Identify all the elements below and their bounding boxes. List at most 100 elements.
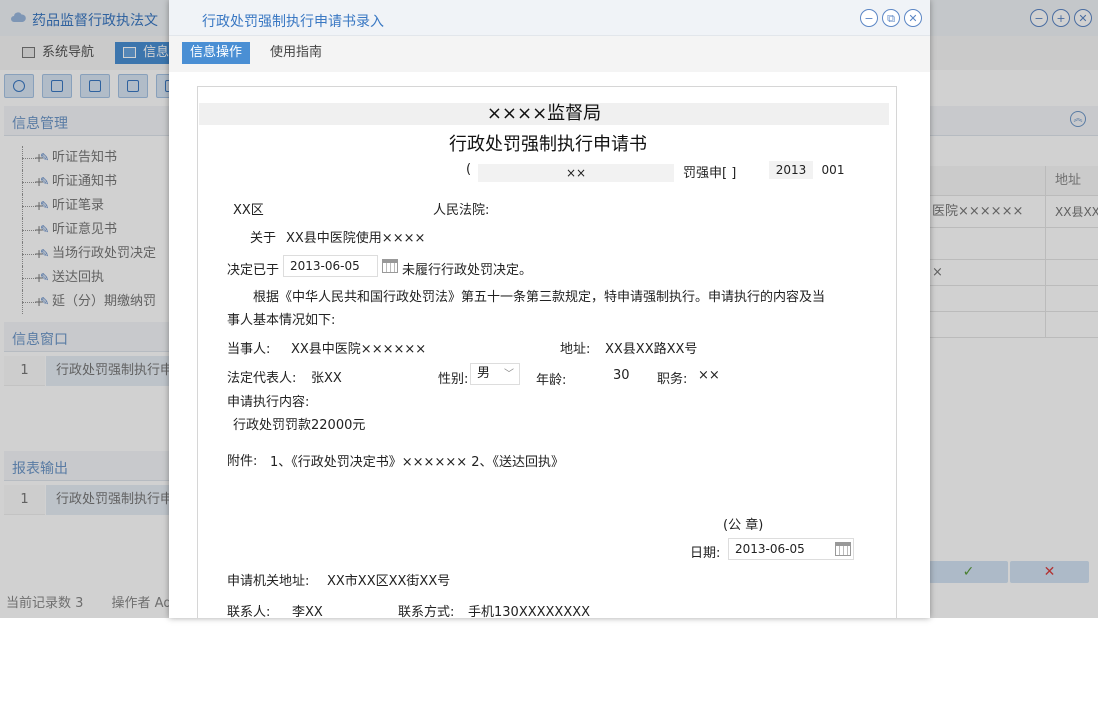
document-tool-button[interactable] <box>80 74 110 98</box>
tree-item[interactable]: + ✎ 听证告知书 <box>20 146 156 170</box>
edit-tool-button[interactable] <box>42 74 72 98</box>
tree-item[interactable]: + ✎ 延（分）期缴纳罚 <box>20 290 156 314</box>
document-form: ××××监督局 行政处罚强制执行申请书 ( ×× 罚强申[ ] 2013 001… <box>197 86 897 618</box>
position-label: 职务: <box>657 372 688 387</box>
code-suffix: 罚强申[ ] <box>683 166 737 181</box>
report-output-panel-header: 报表输出 <box>4 451 169 481</box>
tree-item-label: 延（分）期缴纳罚 <box>52 294 157 309</box>
contact-field[interactable]: 李XX <box>292 601 323 618</box>
attach-field[interactable]: 1、《行政处罚决定书》×××××× 2、《送达回执》 <box>270 451 564 470</box>
operator-label: 操作者 Ad <box>111 596 172 611</box>
tool-icon: ✎ <box>40 295 50 308</box>
applicant-address-field[interactable]: XX市XX区XX街XX号 <box>327 570 450 589</box>
rep-label: 法定代表人: <box>227 371 297 386</box>
list-item[interactable]: 1 行政处罚强制执行申 <box>4 485 171 515</box>
gender-select[interactable]: 男 ﹀ <box>470 363 520 385</box>
cancel-button[interactable]: ✕ <box>1010 561 1089 583</box>
app-window-controls: − + ✕ <box>1030 9 1092 27</box>
panel-title: 信息管理 <box>12 116 68 132</box>
row-text: 行政处罚强制执行申 <box>46 356 171 386</box>
gender-value: 男 <box>477 366 491 381</box>
grid-icon <box>123 47 136 58</box>
basis-text-line1: 根据《中华人民共和国行政处罚法》第五十一条第三款规定，特申请强制执行。申请执行的… <box>253 290 826 305</box>
modal-close-button[interactable]: ✕ <box>904 9 922 27</box>
app-maximize-button[interactable]: + <box>1052 9 1070 27</box>
tree-item[interactable]: + ✎ 听证通知书 <box>20 170 156 194</box>
document-title: 行政处罚强制执行申请书 <box>449 134 647 155</box>
modal-dialog: 行政处罚强制执行申请书录入 − ⧉ ✕ 信息操作 使用指南 ××××监督局 行政… <box>169 0 930 618</box>
party-field[interactable]: XX县中医院×××××× <box>291 338 426 357</box>
rep-field[interactable]: 张XX <box>311 367 342 386</box>
tool-icon: ✎ <box>40 223 50 236</box>
content-label: 申请执行内容: <box>227 395 310 410</box>
table-cell <box>929 228 1046 259</box>
table-cell <box>929 286 1046 311</box>
collapse-icon[interactable]: ︽ <box>1070 111 1086 127</box>
users-icon <box>127 80 139 92</box>
row-text: 行政处罚强制执行申 <box>46 485 171 515</box>
about-prefix: 关于 <box>250 231 277 246</box>
tree-item[interactable]: + ✎ 听证笔录 <box>20 194 156 218</box>
table-cell: XX县XX <box>1055 205 1098 219</box>
table-cell <box>1047 312 1098 337</box>
modal-title-bar: 行政处罚强制执行申请书录入 − ⧉ ✕ <box>169 0 930 36</box>
tree-item[interactable]: + ✎ 听证意见书 <box>20 218 156 242</box>
tool-icon: ✎ <box>40 271 50 284</box>
tree-item[interactable]: + ✎ 当场行政处罚决定 <box>20 242 156 266</box>
confirm-button[interactable]: ✓ <box>929 561 1008 583</box>
document-icon <box>89 80 101 92</box>
modal-title: 行政处罚强制执行申请书录入 <box>202 14 384 30</box>
table-row[interactable] <box>929 286 1098 312</box>
table-row[interactable]: × <box>929 260 1098 286</box>
code-field[interactable]: ×× <box>478 164 674 182</box>
party-label: 当事人: <box>227 342 271 357</box>
list-item[interactable]: 1 行政处罚强制执行申 <box>4 356 171 386</box>
tree-item-label: 听证意见书 <box>52 222 118 237</box>
table-row[interactable] <box>929 312 1098 338</box>
row-number: 1 <box>4 485 45 515</box>
app-toolbar <box>4 74 186 100</box>
tool-icon: ✎ <box>40 247 50 260</box>
table-cell <box>1047 228 1098 259</box>
basis-text-line2: 事人基本情况如下: <box>227 313 336 328</box>
position-field[interactable]: ×× <box>698 368 720 383</box>
serial-field[interactable]: 001 <box>820 161 846 179</box>
district-field[interactable]: XX区 <box>233 199 264 218</box>
tree-item-label: 听证笔录 <box>52 198 105 213</box>
tree-item-label: 送达回执 <box>52 270 105 285</box>
content-field[interactable]: 行政处罚罚款22000元 <box>233 414 365 433</box>
paren-open: ( <box>466 162 472 177</box>
table-cell: × <box>929 260 1046 285</box>
app-minimize-button[interactable]: − <box>1030 9 1048 27</box>
calendar-icon[interactable] <box>382 259 398 273</box>
search-tool-button[interactable] <box>4 74 34 98</box>
tool-icon: ✎ <box>40 151 50 164</box>
tree-item[interactable]: + ✎ 送达回执 <box>20 266 156 290</box>
tab-system-nav[interactable]: 系统导航 <box>14 42 102 64</box>
app-close-button[interactable]: ✕ <box>1074 9 1092 27</box>
modal-window-controls: − ⧉ ✕ <box>860 9 922 27</box>
contact-method-field[interactable]: 手机130XXXXXXXX <box>468 601 590 618</box>
table-cell <box>1047 260 1098 285</box>
panel-title: 信息窗口 <box>12 332 68 348</box>
year-field[interactable]: 2013 <box>769 161 813 179</box>
modal-restore-button[interactable]: ⧉ <box>882 9 900 27</box>
decision-date-input[interactable]: 2013-06-05 <box>283 255 378 277</box>
table-row[interactable]: 医院×××××× XX县XX <box>929 196 1098 228</box>
document-org: ××××监督局 <box>199 103 889 125</box>
tree-item-label: 听证通知书 <box>52 174 118 189</box>
table-row[interactable] <box>929 228 1098 260</box>
tab-usage-guide[interactable]: 使用指南 <box>262 42 330 64</box>
tool-icon: ✎ <box>40 175 50 188</box>
modal-minimize-button[interactable]: − <box>860 9 878 27</box>
panel-title: 报表输出 <box>12 461 68 477</box>
calendar-icon[interactable] <box>835 542 851 556</box>
grid-header-cell <box>929 166 1046 195</box>
age-field[interactable]: 30 <box>613 368 630 383</box>
users-tool-button[interactable] <box>118 74 148 98</box>
right-action-buttons: ✓ ✕ <box>929 561 1089 583</box>
address-field[interactable]: XX县XX路XX号 <box>605 338 697 357</box>
about-field[interactable]: XX县中医院使用×××× <box>286 227 425 246</box>
tab-info[interactable]: 信息 <box>115 42 178 64</box>
tab-info-ops[interactable]: 信息操作 <box>182 42 251 64</box>
